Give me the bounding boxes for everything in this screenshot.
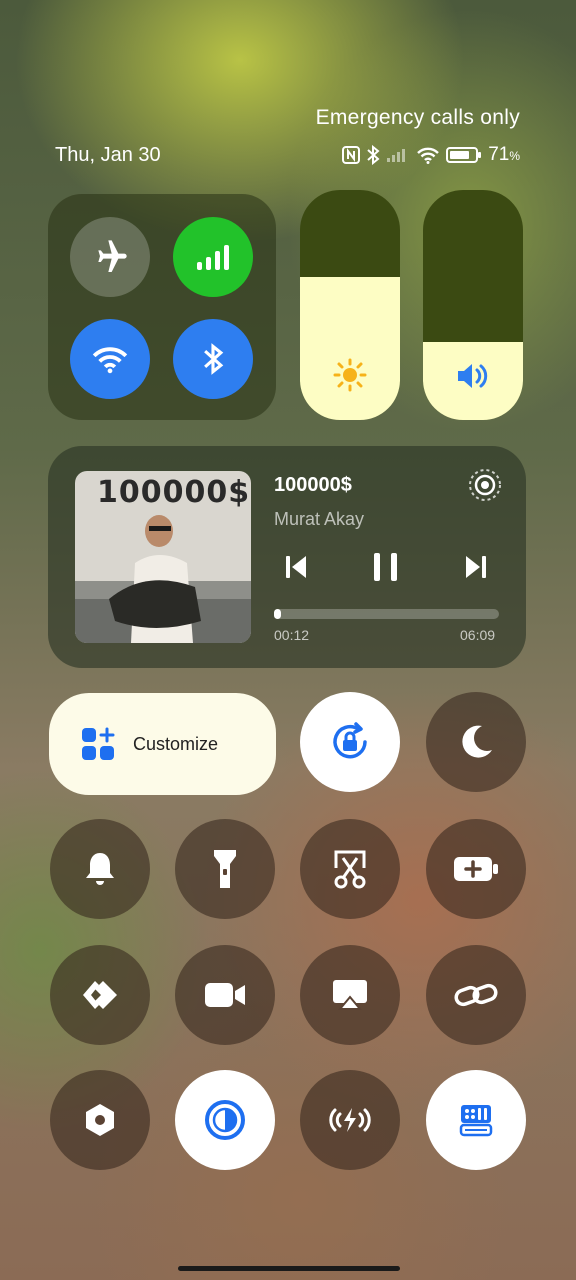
sun-icon (333, 358, 367, 392)
sound-toggle[interactable] (50, 819, 150, 919)
speaker-icon (458, 364, 488, 388)
pause-icon (374, 553, 397, 581)
bell-icon (86, 853, 114, 885)
date-text: Thu, Jan 30 (55, 144, 161, 166)
album-title-text: 100000$ (97, 475, 251, 510)
cast-toggle[interactable] (300, 945, 400, 1045)
flashlight-icon (214, 850, 236, 888)
skip-previous-icon (286, 556, 306, 578)
customize-label: Customize (133, 733, 219, 754)
pause-button[interactable] (371, 551, 401, 588)
nearby-share-icon (83, 981, 117, 1009)
app-panel-icon (459, 1105, 493, 1137)
battery-saver-icon (454, 857, 498, 881)
track-artist: Murat Akay (274, 509, 365, 529)
customize-button[interactable]: Customize (49, 693, 276, 795)
dark-mode-toggle[interactable] (426, 692, 526, 792)
media-progress-fill (274, 609, 282, 619)
settings-hexagon-icon (86, 1104, 114, 1136)
screenshot-scissors-icon (334, 850, 366, 889)
link-icon (454, 983, 498, 1007)
mobile-data-toggle[interactable] (173, 217, 253, 297)
wifi-toggle[interactable] (70, 319, 150, 399)
screenshot-toggle[interactable] (300, 819, 400, 919)
brightness-fill (300, 277, 400, 420)
output-device-button[interactable] (467, 467, 503, 508)
moon-icon (462, 725, 492, 758)
bluetooth-toggle[interactable] (173, 319, 253, 399)
next-track-button[interactable] (462, 553, 488, 586)
bluetooth-icon (366, 145, 380, 165)
grid-plus-icon (82, 727, 115, 760)
signal-icon (386, 147, 410, 163)
total-time: 06:09 (460, 627, 496, 643)
flashlight-toggle[interactable] (175, 819, 275, 919)
previous-track-button[interactable] (284, 553, 310, 586)
wifi-icon (92, 347, 128, 374)
screen-cast-icon (333, 980, 367, 1010)
app-panel-toggle[interactable] (426, 1070, 526, 1170)
wifi-icon (416, 146, 440, 164)
cast-audio-icon (469, 469, 501, 501)
airplane-mode-toggle[interactable] (70, 217, 150, 297)
screen-record-toggle[interactable] (175, 945, 275, 1045)
bluetooth-icon (204, 343, 224, 375)
settings-toggle[interactable] (50, 1070, 150, 1170)
home-indicator[interactable] (178, 1266, 400, 1271)
cellular-signal-icon (197, 245, 229, 270)
emergency-calls-text: Emergency calls only (315, 106, 520, 129)
battery-percent: 71% (488, 144, 520, 165)
battery-saver-toggle[interactable] (426, 819, 526, 919)
brightness-slider[interactable] (300, 190, 400, 420)
elapsed-time: 00:12 (274, 627, 310, 643)
reading-mode-toggle[interactable] (175, 1070, 275, 1170)
link-toggle[interactable] (426, 945, 526, 1045)
skip-next-icon (466, 556, 486, 578)
media-progress-bar[interactable] (274, 609, 499, 619)
track-title: 100000$ (274, 474, 352, 496)
status-icons: 71% (342, 144, 520, 166)
video-camera-icon (205, 983, 245, 1007)
album-art[interactable]: 100000$ (75, 471, 251, 643)
wireless-charging-toggle[interactable] (300, 1070, 400, 1170)
battery-icon (446, 146, 482, 164)
reading-mode-icon (205, 1100, 245, 1140)
airplane-icon (98, 240, 127, 272)
nearby-share-toggle[interactable] (50, 945, 150, 1045)
rotation-lock-icon (333, 722, 367, 759)
nfc-icon (342, 146, 361, 164)
volume-slider[interactable] (423, 190, 523, 420)
rotation-lock-toggle[interactable] (300, 692, 400, 792)
wireless-charging-icon (329, 1108, 371, 1132)
